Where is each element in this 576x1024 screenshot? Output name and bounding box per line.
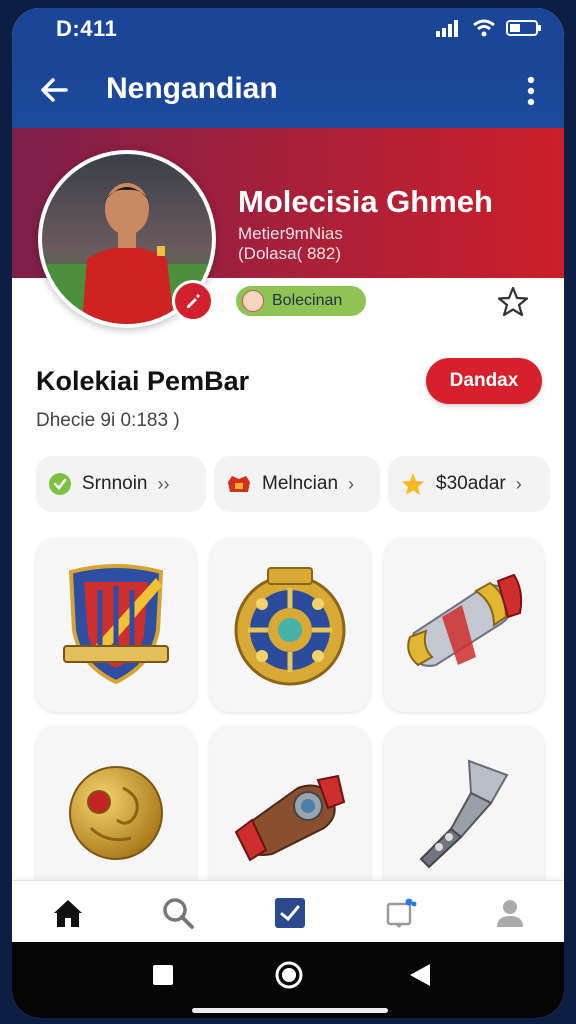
back-system-button[interactable] bbox=[408, 962, 432, 993]
more-options-button[interactable] bbox=[516, 74, 546, 108]
square-icon bbox=[153, 965, 173, 985]
gauntlet-icon bbox=[234, 774, 346, 862]
nav-collection[interactable] bbox=[268, 891, 312, 935]
page-title: Nengandian bbox=[106, 72, 278, 105]
wifi-icon bbox=[473, 19, 495, 37]
collection-chip[interactable]: Bolecinan bbox=[236, 286, 366, 316]
chevron-right-icon: › bbox=[348, 473, 355, 494]
status-time: D:411 bbox=[56, 16, 118, 41]
nav-notifications[interactable] bbox=[378, 891, 422, 935]
silver-hammer-icon bbox=[419, 759, 509, 869]
profile-icon bbox=[497, 900, 523, 927]
collection-item[interactable] bbox=[36, 538, 196, 712]
back-button[interactable] bbox=[36, 72, 72, 108]
profile-name: Molecisia Ghmeh bbox=[238, 184, 493, 219]
filter-chip-1-label: Srnnoin bbox=[82, 473, 148, 494]
battery-icon bbox=[506, 20, 541, 36]
collection-icon bbox=[275, 898, 305, 928]
collection-item[interactable] bbox=[36, 726, 196, 900]
filter-chip-3-label: $30adar bbox=[436, 473, 506, 494]
app-bar: Nengandian bbox=[12, 52, 564, 128]
collection-item[interactable] bbox=[384, 538, 544, 712]
triangle-back-icon bbox=[410, 964, 430, 986]
section-subtitle: Dhecie 9i 0:183 ) bbox=[36, 410, 180, 431]
primary-action-button[interactable]: Dandax bbox=[426, 358, 542, 404]
circle-icon bbox=[275, 961, 303, 989]
medallion-icon bbox=[234, 567, 346, 686]
star-icon bbox=[402, 473, 424, 495]
nav-profile[interactable] bbox=[488, 891, 532, 935]
section-title: Kolekiai PemBar bbox=[36, 366, 250, 396]
collection-chip-label: Bolecinan bbox=[272, 292, 343, 309]
treasure-icon bbox=[228, 476, 250, 492]
chevron-right-icon: › bbox=[515, 473, 522, 494]
golden-orb-icon bbox=[69, 766, 163, 860]
status-icons bbox=[436, 19, 542, 37]
nav-search[interactable] bbox=[156, 891, 200, 935]
collection-item[interactable] bbox=[384, 726, 544, 900]
signal-icon bbox=[436, 20, 458, 37]
filter-chip-3[interactable]: $30adar › bbox=[388, 456, 550, 512]
chip-avatar-icon bbox=[242, 290, 264, 312]
edit-avatar-button[interactable] bbox=[172, 280, 214, 322]
chevron-right-icon: ›› bbox=[157, 473, 170, 494]
home-system-button[interactable] bbox=[274, 960, 304, 995]
profile-meta-line1: Metier9mNias bbox=[238, 224, 343, 243]
favorite-button[interactable] bbox=[496, 285, 530, 319]
recent-apps-button[interactable] bbox=[152, 964, 174, 991]
edit-icon bbox=[187, 294, 200, 308]
notifications-icon bbox=[386, 898, 417, 928]
profile-meta: Metier9mNias (Dolasa( 882) bbox=[238, 224, 343, 264]
system-nav-bar bbox=[12, 942, 564, 1018]
home-indicator bbox=[192, 1008, 388, 1013]
profile-meta-line2: (Dolasa( 882) bbox=[238, 244, 341, 263]
nav-home[interactable] bbox=[46, 891, 90, 935]
check-circle-icon bbox=[49, 473, 71, 495]
armor-bracer-icon bbox=[407, 573, 523, 667]
home-icon bbox=[54, 900, 82, 927]
phone-screen: D:411 Nengandian Molecisia Ghmeh Metier9… bbox=[12, 8, 564, 1018]
filter-chip-2-label: Melncian bbox=[262, 473, 339, 494]
more-vertical-icon bbox=[527, 76, 535, 106]
status-bar: D:411 bbox=[12, 8, 564, 52]
star-outline-icon bbox=[497, 286, 529, 317]
collection-item[interactable] bbox=[210, 538, 370, 712]
search-icon bbox=[163, 898, 194, 929]
filter-chip-2[interactable]: Melncian › bbox=[214, 456, 380, 512]
crest-shield-icon bbox=[63, 564, 169, 685]
bottom-nav bbox=[12, 880, 564, 943]
arrow-left-icon bbox=[41, 78, 68, 102]
collection-item[interactable] bbox=[210, 726, 370, 900]
filter-chip-1[interactable]: Srnnoin ›› bbox=[36, 456, 206, 512]
filter-bar: Srnnoin ›› Melncian › $30adar › bbox=[36, 456, 556, 512]
